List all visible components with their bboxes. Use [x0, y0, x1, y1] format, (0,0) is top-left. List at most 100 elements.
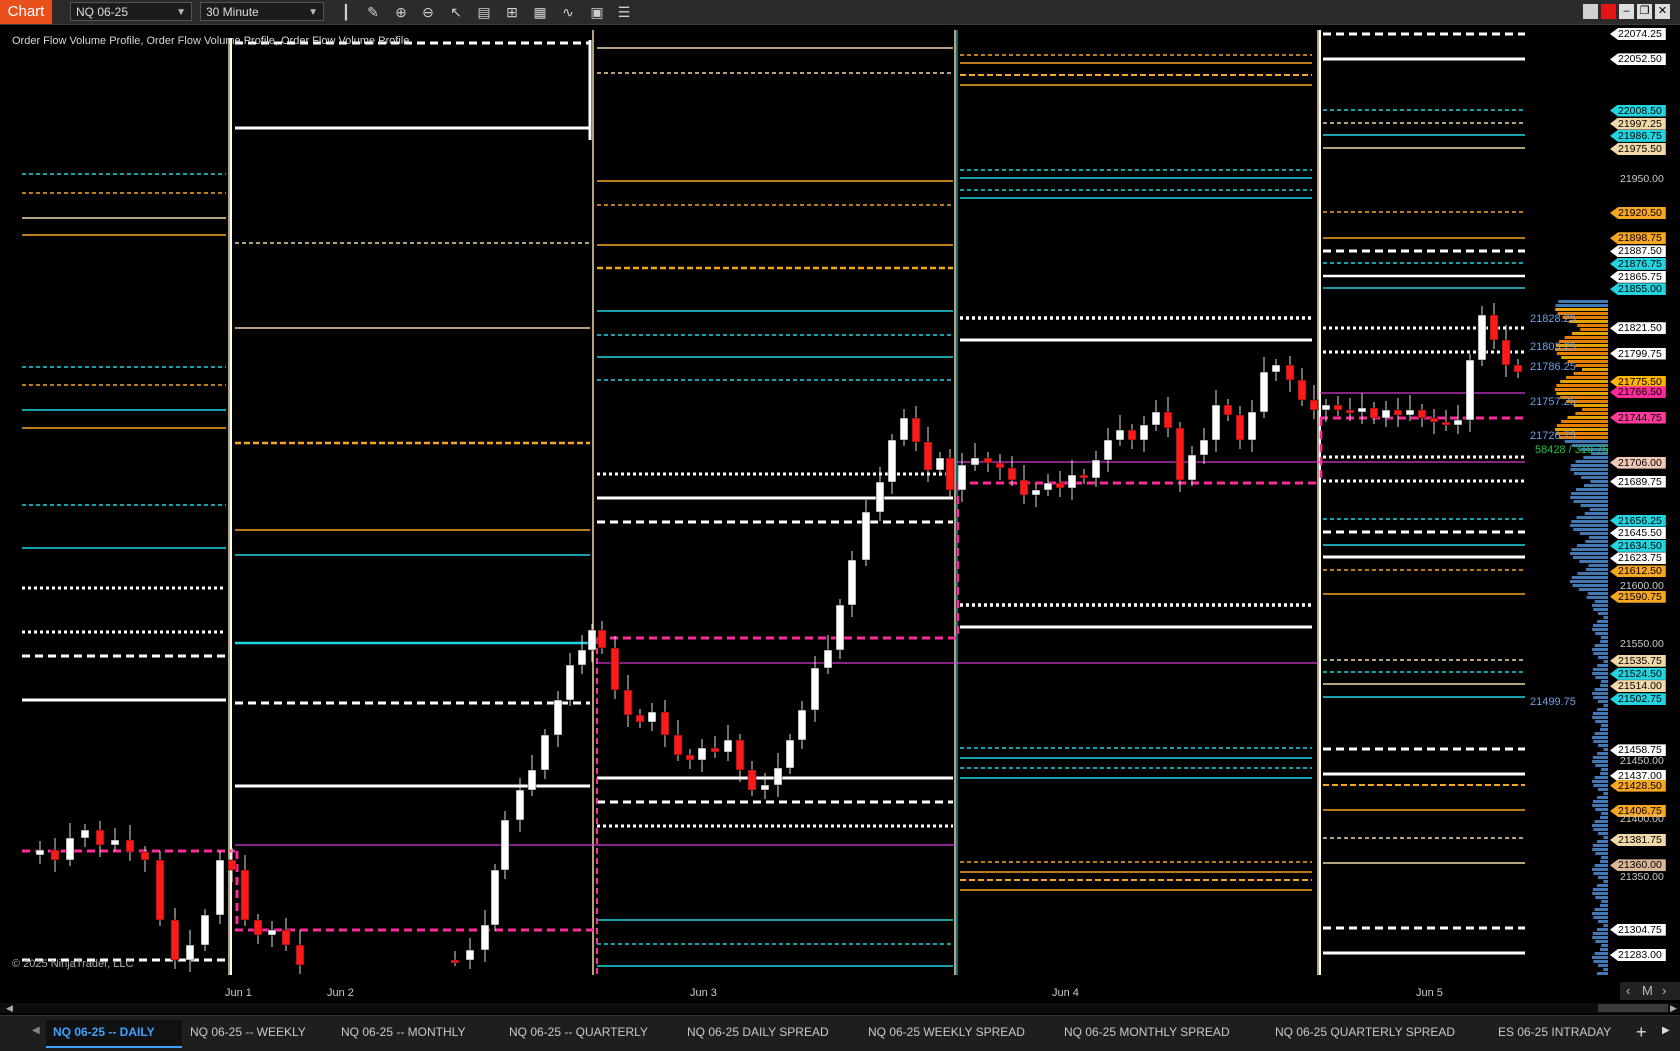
tab-1[interactable]: NQ 06-25 -- WEEKLY: [190, 1025, 306, 1039]
chart-plot-area[interactable]: [0, 25, 1680, 985]
volume-readout: 58428 / 319.75: [1535, 444, 1609, 456]
bear-candle: [1297, 379, 1307, 401]
volume-profile-bar: [1570, 468, 1608, 471]
add-tab-icon[interactable]: +: [1636, 1022, 1647, 1043]
volume-profile-bar: [1598, 920, 1608, 923]
bear-candle: [240, 869, 250, 921]
bull-candle: [587, 629, 597, 651]
bear-candle: [1285, 364, 1295, 381]
layout-icon[interactable]: ⊞: [503, 3, 521, 21]
chart-title-tab[interactable]: Chart: [0, 0, 52, 24]
volume-profile-bar: [1582, 368, 1608, 371]
volume-profile-bar: [1579, 532, 1608, 535]
bear-candle: [1417, 409, 1427, 419]
inline-price-label: 21828.25: [1530, 313, 1576, 325]
volume-profile-bar: [1595, 940, 1608, 943]
pencil-icon[interactable]: ✎: [364, 3, 382, 21]
tab-7[interactable]: NQ 06-25 QUARTERLY SPREAD: [1275, 1025, 1455, 1039]
zoom-mode-label[interactable]: M: [1642, 983, 1653, 998]
volume-profile-bar: [1588, 564, 1608, 567]
price-label: 21283.00: [1610, 949, 1666, 961]
volume-profile-bar: [1592, 736, 1608, 739]
volume-profile-bar: [1580, 328, 1608, 331]
bull-candle: [723, 739, 733, 753]
chart-canvas[interactable]: [0, 25, 1680, 985]
instrument-selector[interactable]: NQ 06-25 ▼: [70, 2, 192, 21]
volume-profile-bar: [1571, 520, 1608, 523]
horizontal-scrollbar[interactable]: ◀ ▶: [0, 1003, 1680, 1013]
volume-profile-bar: [1597, 656, 1608, 659]
tab-scroll-right-icon[interactable]: ▶: [1662, 1025, 1670, 1036]
tab-8[interactable]: ES 06-25 INTRADAY: [1498, 1025, 1611, 1039]
properties-icon[interactable]: ▤: [475, 3, 493, 21]
price-label: 21799.75: [1610, 347, 1666, 360]
volume-profile-bar: [1586, 596, 1608, 599]
window-gray-icon[interactable]: [1583, 4, 1598, 19]
bear-candle: [1223, 404, 1233, 416]
volume-profile-bar: [1592, 800, 1608, 803]
inline-price-label: 21803.25: [1530, 341, 1576, 353]
bear-candle: [597, 629, 607, 649]
volume-profile-bar: [1595, 764, 1608, 767]
tab-2[interactable]: NQ 06-25 -- MONTHLY: [341, 1025, 465, 1039]
zoom-in-icon[interactable]: ⊕: [392, 3, 410, 21]
volume-profile-bar: [1592, 780, 1608, 783]
price-label: 21535.75: [1610, 654, 1666, 667]
volume-profile-bar: [1560, 380, 1608, 383]
tab-4[interactable]: NQ 06-25 DAILY SPREAD: [687, 1025, 829, 1039]
bear-candle: [1079, 474, 1089, 479]
bear-candle: [1235, 414, 1245, 441]
tab-5[interactable]: NQ 06-25 WEEKLY SPREAD: [868, 1025, 1025, 1039]
tab-6[interactable]: NQ 06-25 MONTHLY SPREAD: [1064, 1025, 1230, 1039]
tab-scroll-left-icon[interactable]: ◀: [32, 1025, 40, 1036]
volume-profile-bar: [1593, 696, 1608, 699]
volume-profile-bar: [1597, 708, 1608, 711]
indicators-icon[interactable]: ∿: [559, 3, 577, 21]
volume-profile-bar: [1600, 684, 1608, 687]
interval-selector[interactable]: 30 Minute ▼: [200, 2, 324, 21]
scroll-right-icon[interactable]: ▶: [1670, 1003, 1677, 1014]
volume-profile-bar: [1558, 300, 1608, 303]
strategies-icon[interactable]: ▦: [531, 3, 549, 21]
bull-candle: [1211, 404, 1221, 441]
volume-profile-bar: [1593, 784, 1608, 787]
zoom-out-icon[interactable]: ⊖: [419, 3, 437, 21]
volume-profile-bar: [1597, 700, 1608, 703]
pointer-icon[interactable]: ↖: [447, 3, 465, 21]
price-label: 21645.50: [1610, 527, 1666, 540]
list-icon[interactable]: ☰: [615, 3, 633, 21]
scroll-left-icon[interactable]: ◀: [6, 1003, 13, 1014]
inline-price-label: 21757.25: [1530, 396, 1576, 408]
volume-profile-bar: [1597, 620, 1608, 623]
scrollbar-thumb[interactable]: [1598, 1004, 1668, 1012]
volume-profile-bar: [1592, 756, 1608, 759]
volume-profile-bar: [1594, 644, 1608, 647]
volume-profile-bar: [1593, 916, 1608, 919]
volume-profile-bar: [1592, 932, 1608, 935]
tab-3[interactable]: NQ 06-25 -- QUARTERLY: [509, 1025, 648, 1039]
volume-profile-bar: [1592, 936, 1608, 939]
indicator-label: Order Flow Volume Profile, Order Flow Vo…: [12, 35, 410, 47]
price-label: 21997.25: [1610, 117, 1666, 130]
bear-candle: [1501, 339, 1511, 366]
volume-profile-bar: [1572, 584, 1608, 587]
bull-candle: [490, 869, 500, 926]
zoom-controls[interactable]: ‹ M ›: [1620, 982, 1680, 1000]
templates-icon[interactable]: ▣: [588, 3, 606, 21]
bear-candle: [673, 734, 683, 756]
bars-icon[interactable]: ┃: [337, 3, 355, 21]
volume-profile-bar: [1592, 912, 1608, 915]
chevron-left-icon[interactable]: ‹: [1626, 983, 1630, 998]
volume-profile-bar: [1556, 424, 1608, 427]
tab-0[interactable]: NQ 06-25 -- DAILY: [53, 1025, 155, 1039]
bear-candle: [1055, 482, 1065, 489]
restore-icon[interactable]: ❐: [1637, 4, 1652, 19]
window-red-icon[interactable]: [1601, 4, 1616, 19]
price-axis[interactable]: 22074.25 22052.50 22008.50 21997.25 21986.75…: [1608, 25, 1680, 985]
interval-value: 30 Minute: [206, 5, 259, 19]
minimize-icon[interactable]: –: [1619, 4, 1634, 19]
volume-profile-bar: [1595, 632, 1608, 635]
price-label: 21706.00: [1610, 456, 1666, 469]
close-icon[interactable]: ✕: [1655, 4, 1670, 19]
chevron-right-icon[interactable]: ›: [1662, 983, 1666, 998]
